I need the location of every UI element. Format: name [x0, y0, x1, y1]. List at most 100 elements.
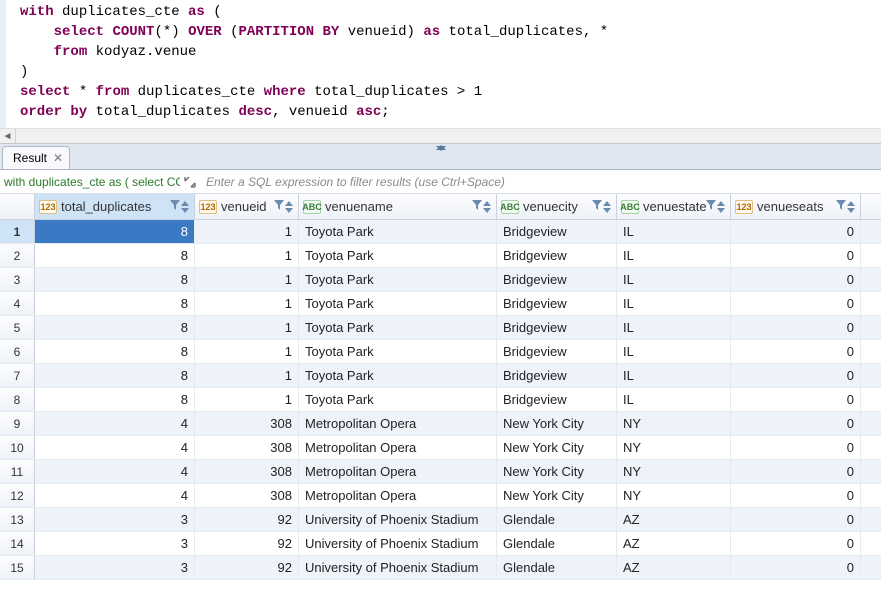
table-row[interactable]: 281Toyota ParkBridgeviewIL0 [0, 244, 881, 268]
cell[interactable]: 0 [731, 436, 861, 459]
row-header[interactable]: 15 [0, 556, 35, 579]
cell[interactable]: IL [617, 316, 731, 339]
splitter-handle-icon[interactable] [421, 143, 461, 153]
cell[interactable]: 1 [195, 340, 299, 363]
expand-icon[interactable] [180, 176, 200, 188]
column-header-venuestate[interactable]: ABCvenuestate [617, 194, 731, 219]
cell[interactable]: 1 [195, 220, 299, 243]
cell[interactable]: Bridgeview [497, 220, 617, 243]
scroll-left-arrow-icon[interactable]: ◄ [0, 129, 16, 143]
cell[interactable]: 308 [195, 436, 299, 459]
column-header-venuename[interactable]: ABCvenuename [299, 194, 497, 219]
cell[interactable]: NY [617, 412, 731, 435]
cell[interactable]: University of Phoenix Stadium [299, 508, 497, 531]
editor-horizontal-scrollbar[interactable]: ◄ [0, 128, 881, 144]
cell[interactable]: 4 [35, 436, 195, 459]
cell[interactable]: 8 [35, 364, 195, 387]
sort-icon[interactable] [284, 200, 294, 214]
cell[interactable]: IL [617, 220, 731, 243]
cell[interactable]: 308 [195, 460, 299, 483]
cell[interactable]: Toyota Park [299, 292, 497, 315]
row-header[interactable]: 4 [0, 292, 35, 315]
cell[interactable]: 0 [731, 220, 861, 243]
column-header-total_duplicates[interactable]: 123total_duplicates [35, 194, 195, 219]
cell[interactable]: 1 [195, 268, 299, 291]
cell[interactable]: 0 [731, 244, 861, 267]
table-row[interactable]: 114308Metropolitan OperaNew York CityNY0 [0, 460, 881, 484]
cell[interactable]: 0 [731, 556, 861, 579]
cell[interactable]: 0 [731, 388, 861, 411]
cell[interactable]: NY [617, 484, 731, 507]
cell[interactable]: Toyota Park [299, 340, 497, 363]
sort-icon[interactable] [602, 200, 612, 214]
grid-corner[interactable] [0, 194, 35, 219]
column-header-venueid[interactable]: 123venueid [195, 194, 299, 219]
filter-funnel-icon[interactable] [274, 199, 284, 214]
table-row[interactable]: 15392University of Phoenix StadiumGlenda… [0, 556, 881, 580]
cell[interactable]: 4 [35, 484, 195, 507]
cell[interactable]: 1 [195, 316, 299, 339]
cell[interactable]: 1 [195, 388, 299, 411]
cell[interactable]: Bridgeview [497, 268, 617, 291]
table-row[interactable]: 13392University of Phoenix StadiumGlenda… [0, 508, 881, 532]
table-row[interactable]: 681Toyota ParkBridgeviewIL0 [0, 340, 881, 364]
cell[interactable]: 8 [35, 220, 195, 243]
cell[interactable]: IL [617, 388, 731, 411]
cell[interactable]: Metropolitan Opera [299, 460, 497, 483]
cell[interactable]: Glendale [497, 532, 617, 555]
table-row[interactable]: 14392University of Phoenix StadiumGlenda… [0, 532, 881, 556]
close-icon[interactable]: ✕ [51, 151, 65, 165]
cell[interactable]: Bridgeview [497, 292, 617, 315]
cell[interactable]: 92 [195, 556, 299, 579]
cell[interactable]: 8 [35, 292, 195, 315]
cell[interactable]: Bridgeview [497, 244, 617, 267]
filter-funnel-icon[interactable] [592, 199, 602, 214]
cell[interactable]: 0 [731, 340, 861, 363]
filter-funnel-icon[interactable] [170, 199, 180, 214]
cell[interactable]: 8 [35, 340, 195, 363]
row-header[interactable]: 8 [0, 388, 35, 411]
cell[interactable]: 4 [35, 412, 195, 435]
row-header[interactable]: 7 [0, 364, 35, 387]
cell[interactable]: 3 [35, 532, 195, 555]
column-header-venuecity[interactable]: ABCvenuecity [497, 194, 617, 219]
cell[interactable]: Toyota Park [299, 316, 497, 339]
cell[interactable]: Metropolitan Opera [299, 412, 497, 435]
cell[interactable]: 0 [731, 508, 861, 531]
filter-funnel-icon[interactable] [836, 199, 846, 214]
row-header[interactable]: 10 [0, 436, 35, 459]
cell[interactable]: AZ [617, 556, 731, 579]
cell[interactable]: 0 [731, 460, 861, 483]
row-header[interactable]: 11 [0, 460, 35, 483]
cell[interactable]: 92 [195, 532, 299, 555]
cell[interactable]: IL [617, 364, 731, 387]
cell[interactable]: 0 [731, 268, 861, 291]
table-row[interactable]: 181Toyota ParkBridgeviewIL0 [0, 220, 881, 244]
row-header[interactable]: 5 [0, 316, 35, 339]
table-row[interactable]: 104308Metropolitan OperaNew York CityNY0 [0, 436, 881, 460]
cell[interactable]: Metropolitan Opera [299, 436, 497, 459]
cell[interactable]: 8 [35, 316, 195, 339]
table-row[interactable]: 581Toyota ParkBridgeviewIL0 [0, 316, 881, 340]
cell[interactable]: NY [617, 436, 731, 459]
cell[interactable]: 0 [731, 484, 861, 507]
cell[interactable]: IL [617, 340, 731, 363]
cell[interactable]: 0 [731, 316, 861, 339]
cell[interactable]: 4 [35, 460, 195, 483]
cell[interactable]: 1 [195, 364, 299, 387]
row-header[interactable]: 3 [0, 268, 35, 291]
row-header[interactable]: 12 [0, 484, 35, 507]
sort-icon[interactable] [716, 200, 726, 214]
cell[interactable]: New York City [497, 460, 617, 483]
cell[interactable]: 1 [195, 292, 299, 315]
cell[interactable]: New York City [497, 412, 617, 435]
cell[interactable]: Toyota Park [299, 220, 497, 243]
filter-funnel-icon[interactable] [706, 199, 716, 214]
cell[interactable]: Glendale [497, 508, 617, 531]
cell[interactable]: 0 [731, 532, 861, 555]
row-header[interactable]: 1 [0, 220, 35, 243]
sort-icon[interactable] [846, 200, 856, 214]
table-row[interactable]: 881Toyota ParkBridgeviewIL0 [0, 388, 881, 412]
cell[interactable]: 3 [35, 556, 195, 579]
row-header[interactable]: 14 [0, 532, 35, 555]
